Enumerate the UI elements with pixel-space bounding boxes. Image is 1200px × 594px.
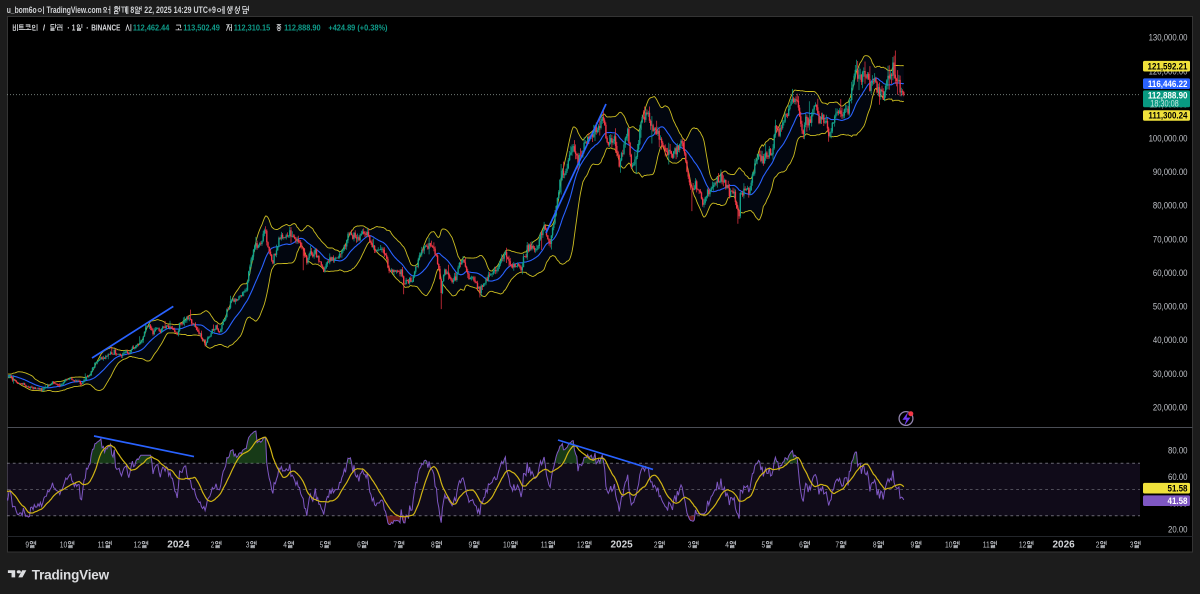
svg-text:10: 10 — [503, 541, 511, 550]
svg-text:2024: 2024 — [167, 540, 190, 551]
svg-text:TradingView.com: TradingView.com — [47, 5, 102, 15]
svg-text:8: 8 — [431, 541, 435, 550]
svg-text:121,592.21: 121,592.21 — [1148, 61, 1189, 72]
svg-text:90,000.00: 90,000.00 — [1153, 167, 1188, 178]
svg-text:5: 5 — [320, 541, 324, 550]
svg-text:80,000.00: 80,000.00 — [1153, 201, 1188, 212]
svg-text:6: 6 — [357, 541, 361, 550]
svg-text:2: 2 — [211, 541, 215, 550]
svg-text:4: 4 — [725, 541, 729, 550]
svg-text:116,446.22: 116,446.22 — [1148, 79, 1188, 90]
svg-text:60,000.00: 60,000.00 — [1153, 268, 1188, 279]
svg-text:70,000.00: 70,000.00 — [1153, 234, 1188, 245]
svg-text:BINANCE: BINANCE — [91, 23, 121, 32]
svg-text:7: 7 — [835, 541, 839, 550]
svg-text:41.58: 41.58 — [1168, 496, 1189, 507]
svg-text:51.58: 51.58 — [1168, 483, 1189, 494]
svg-text:TradingView: TradingView — [32, 567, 110, 582]
svg-text:60.00: 60.00 — [1168, 472, 1188, 483]
svg-text:11: 11 — [541, 541, 548, 550]
svg-text:130,000.00: 130,000.00 — [1149, 32, 1188, 43]
svg-text:40,000.00: 40,000.00 — [1153, 335, 1188, 346]
svg-text:112,888.90: 112,888.90 — [284, 23, 321, 32]
svg-text:112,462.44: 112,462.44 — [133, 23, 170, 32]
svg-text:100,000.00: 100,000.00 — [1149, 133, 1188, 144]
svg-text:2026: 2026 — [1053, 540, 1076, 551]
svg-text:18:30:08: 18:30:08 — [1150, 98, 1179, 108]
svg-text:2: 2 — [654, 541, 658, 550]
svg-text:22, 2025 14:29 UTC+9: 22, 2025 14:29 UTC+9 — [144, 5, 216, 15]
svg-text:4: 4 — [283, 541, 287, 550]
svg-text:u_bom6o: u_bom6o — [7, 5, 37, 15]
svg-text:112,310.15: 112,310.15 — [234, 23, 271, 32]
svg-text:9: 9 — [25, 541, 29, 550]
svg-text:12: 12 — [134, 541, 142, 550]
svg-text:·: · — [86, 23, 89, 32]
svg-text:6: 6 — [799, 541, 803, 550]
svg-text:9: 9 — [911, 541, 915, 550]
svg-text:20,000.00: 20,000.00 — [1153, 403, 1188, 414]
svg-text:2: 2 — [1096, 541, 1100, 550]
svg-text:50,000.00: 50,000.00 — [1153, 302, 1188, 313]
svg-text:1: 1 — [72, 23, 76, 32]
svg-text:3: 3 — [688, 541, 692, 550]
svg-text:8: 8 — [130, 5, 134, 15]
svg-text:11: 11 — [98, 541, 105, 550]
svg-text:12: 12 — [1019, 541, 1027, 550]
svg-text:30,000.00: 30,000.00 — [1153, 369, 1188, 380]
svg-text:7: 7 — [393, 541, 397, 550]
svg-text:+424.89 (+0.38%): +424.89 (+0.38%) — [328, 23, 387, 32]
svg-text:10: 10 — [945, 541, 953, 550]
svg-text:20.00: 20.00 — [1168, 525, 1188, 536]
svg-text:12: 12 — [577, 541, 585, 550]
svg-text:9: 9 — [469, 541, 473, 550]
svg-text:3: 3 — [1130, 541, 1134, 550]
svg-text:3: 3 — [246, 541, 250, 550]
svg-text:10: 10 — [60, 541, 68, 550]
svg-text:5: 5 — [762, 541, 766, 550]
svg-text:2025: 2025 — [611, 540, 634, 551]
svg-text:11: 11 — [983, 541, 990, 550]
svg-text:113,502.49: 113,502.49 — [183, 23, 220, 32]
svg-text:·: · — [67, 23, 70, 32]
svg-text:111,300.24: 111,300.24 — [1148, 111, 1188, 122]
svg-text:8: 8 — [873, 541, 877, 550]
svg-text:80.00: 80.00 — [1168, 445, 1188, 456]
